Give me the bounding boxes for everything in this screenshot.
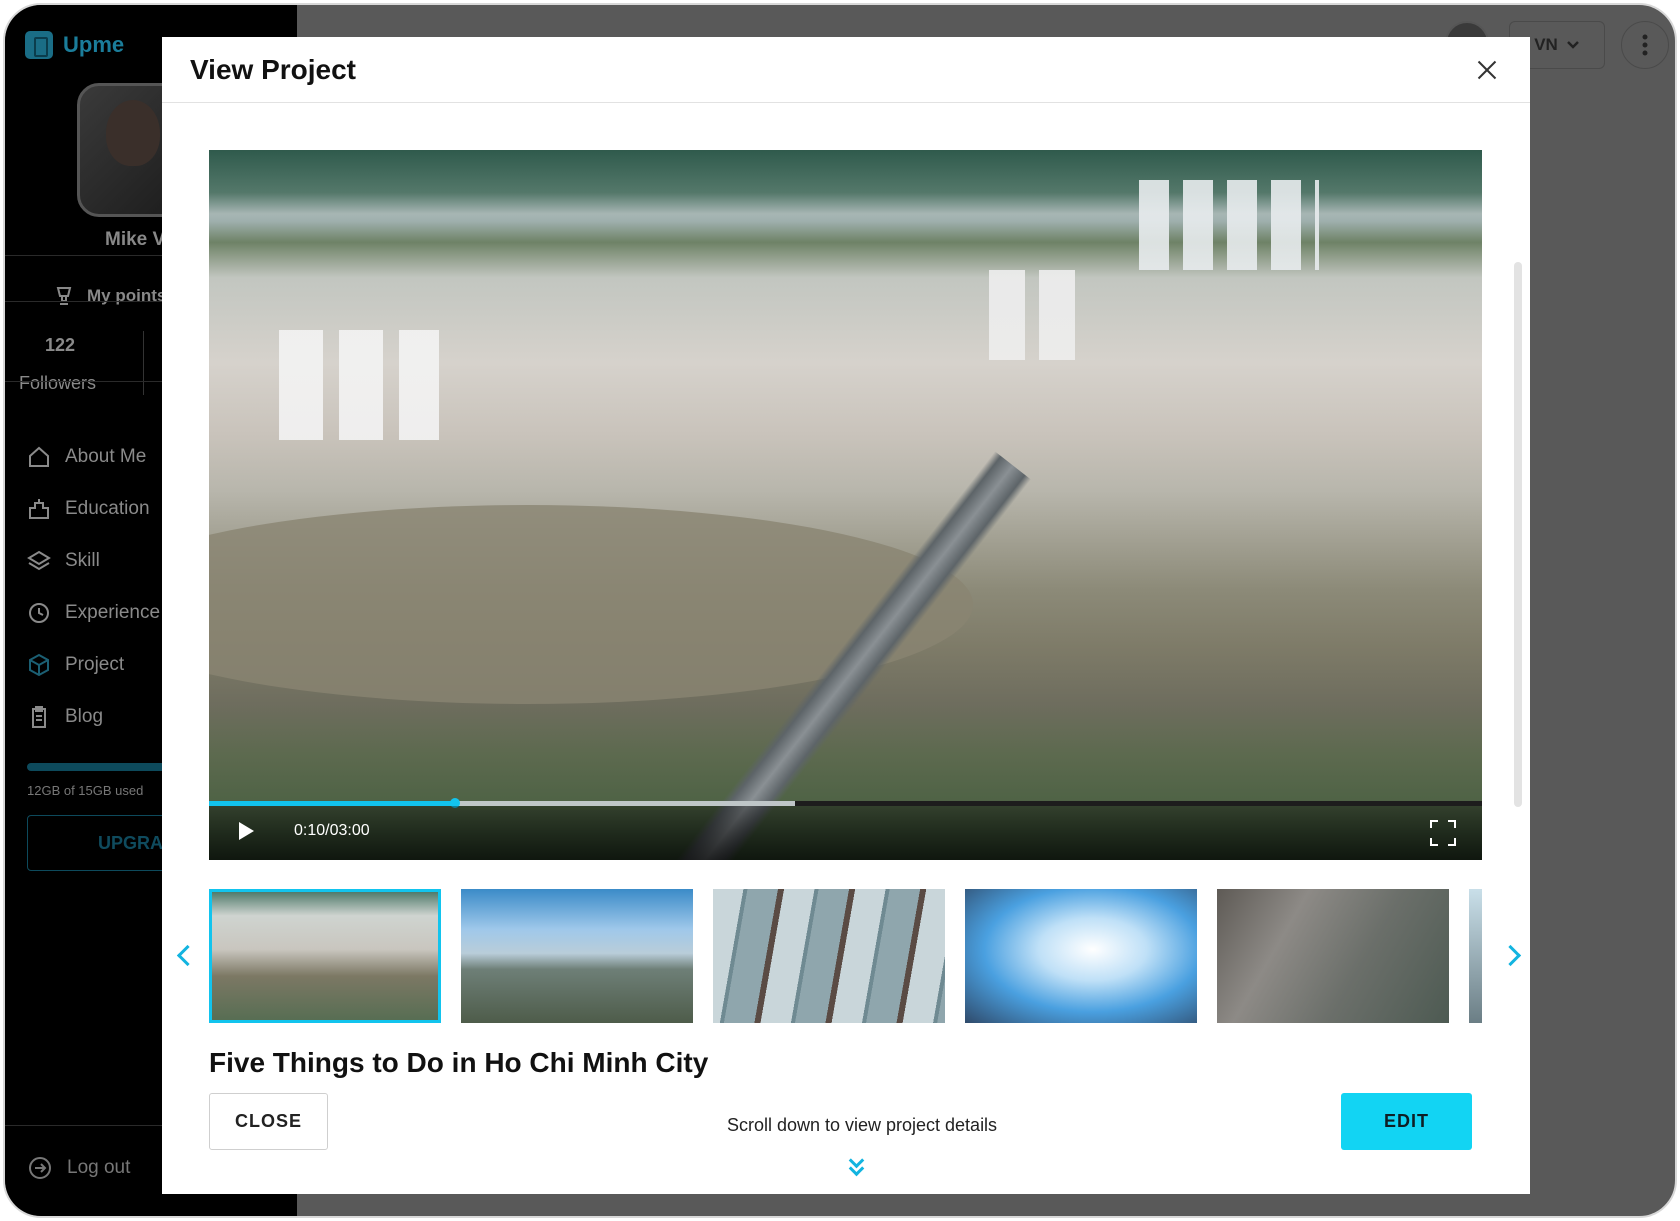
logout-label: Log out [67, 1157, 131, 1178]
sidebar-item-about-me[interactable]: About Me [27, 431, 160, 483]
home-icon [29, 446, 49, 467]
modal-title: View Project [190, 53, 357, 85]
thumbnail-carousel [209, 889, 1482, 1023]
scroll-hint: Scroll down to view project details [726, 1115, 998, 1135]
followers-label: Followers [19, 373, 97, 393]
language-value: VN [1534, 35, 1558, 54]
fullscreen-icon[interactable] [1430, 820, 1456, 846]
thumbnail-partial[interactable] [1469, 889, 1482, 1023]
clock-icon [29, 603, 49, 623]
sidebar-item-label: Skill [65, 550, 100, 571]
video-frame-detail [279, 330, 439, 440]
double-chevron-down-icon[interactable] [847, 1152, 867, 1179]
project-title: Five Things to Do in Ho Chi Minh City [209, 1047, 709, 1078]
sidebar-item-label: Education [65, 498, 150, 519]
sidebar-item-label: Project [65, 654, 125, 675]
clipboard-icon [32, 706, 46, 728]
my-points-label: My points [87, 286, 167, 305]
modal-header: View Project [162, 37, 1530, 103]
more-options-button[interactable] [1621, 21, 1669, 69]
cube-icon [29, 653, 49, 677]
chevron-down-icon [1566, 41, 1579, 49]
stats-separator [143, 331, 144, 395]
sidebar-item-education[interactable]: Education [27, 483, 160, 535]
video-frame-detail [1139, 180, 1319, 270]
logout-button[interactable]: Log out [27, 1155, 130, 1181]
video-player[interactable]: 0:10/03:00 [209, 150, 1482, 860]
sidebar-item-label: Blog [65, 706, 104, 727]
thumbnail-street-traffic[interactable] [1217, 889, 1449, 1023]
thumbnail-skyscrapers-sky[interactable] [965, 889, 1197, 1023]
thumbnail-glass-facade[interactable] [713, 889, 945, 1023]
user-name: Mike V [105, 229, 166, 250]
app-logo[interactable]: Upme [25, 31, 124, 59]
sidebar-item-skill[interactable]: Skill [27, 535, 160, 587]
more-vertical-icon [1642, 34, 1648, 56]
sidebar-item-label: Experience [65, 602, 161, 623]
sidebar-item-experience[interactable]: Experience [27, 587, 160, 639]
layers-icon [27, 550, 51, 571]
trophy-icon [56, 287, 72, 305]
sidebar-item-project[interactable]: Project [27, 639, 160, 691]
logout-icon [29, 1157, 51, 1179]
app-frame: Upme Mike V My points 122 Followers Abou… [3, 3, 1677, 1218]
video-controls: 0:10/03:00 [209, 806, 1482, 860]
logo-icon [25, 31, 53, 59]
modal-scrollbar[interactable] [1514, 262, 1522, 807]
thumbnail-skyline-river[interactable] [461, 889, 693, 1023]
sidebar-item-blog[interactable]: Blog [27, 691, 160, 743]
sidebar-item-label: About Me [65, 446, 147, 467]
app-name: Upme [63, 32, 125, 57]
sidebar-nav: About Me Education Skill Experience Proj… [27, 431, 160, 743]
chevron-right-icon[interactable] [1501, 941, 1523, 971]
followers-count: 122 [45, 335, 76, 355]
video-time: 0:10/03:00 [294, 822, 370, 839]
close-button[interactable]: CLOSE [209, 1093, 328, 1150]
view-project-modal: View Project 0:10/03:00 Five Things to D… [162, 37, 1530, 1194]
chevron-left-icon[interactable] [172, 941, 194, 971]
play-icon[interactable] [239, 822, 254, 840]
edit-button[interactable]: EDIT [1341, 1093, 1472, 1150]
my-points[interactable]: My points [53, 285, 166, 307]
storage-text: 12GB of 15GB used [27, 783, 144, 798]
thumbnail-aerial-bridge-city[interactable] [209, 889, 441, 1023]
video-frame-detail [989, 270, 1079, 360]
close-icon[interactable] [1474, 57, 1500, 83]
education-icon [29, 499, 49, 519]
